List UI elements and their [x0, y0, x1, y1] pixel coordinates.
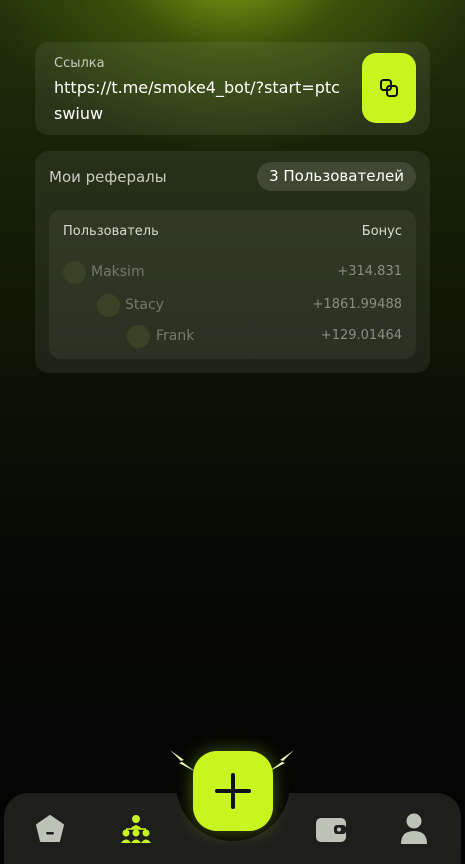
copy-icon: [380, 79, 398, 97]
user-bonus: +314.831: [337, 264, 402, 279]
add-icon: [215, 773, 251, 809]
referral-link-card: Ссылка https://t.me/smoke4_bot/?start=pt…: [35, 42, 430, 135]
link-label: Ссылка: [54, 56, 105, 71]
nav-home[interactable]: [33, 812, 67, 846]
user-bonus: +1861.99488: [312, 297, 402, 312]
home-icon: [36, 815, 64, 842]
referrals-count-badge: 3 Пользователей: [257, 162, 416, 191]
profile-icon: [401, 813, 427, 844]
column-header-user: Пользователь: [63, 224, 159, 239]
avatar: [127, 325, 150, 348]
user-name: Stacy: [125, 297, 164, 313]
avatar: [63, 261, 86, 284]
referrals-title: Мои рефералы: [49, 168, 167, 186]
referrals-icon: [121, 815, 151, 843]
table-row[interactable]: Maksim +314.831: [63, 261, 402, 285]
user-name: Maksim: [91, 264, 145, 280]
copy-link-button[interactable]: [362, 53, 416, 123]
column-header-bonus: Бонус: [361, 224, 402, 239]
table-row[interactable]: Stacy +1861.99488: [97, 294, 402, 318]
wallet-icon: [316, 818, 346, 842]
table-row[interactable]: Frank +129.01464: [127, 325, 402, 349]
nav-profile[interactable]: [397, 812, 431, 846]
nav-wallet[interactable]: [314, 812, 348, 846]
user-name: Frank: [156, 328, 195, 344]
avatar: [97, 294, 120, 317]
user-bonus: +129.01464: [320, 328, 402, 343]
add-button[interactable]: [193, 751, 273, 831]
referral-link-url[interactable]: https://t.me/smoke4_bot/?start=ptcswiuw: [54, 75, 344, 127]
nav-referrals[interactable]: [119, 812, 153, 846]
